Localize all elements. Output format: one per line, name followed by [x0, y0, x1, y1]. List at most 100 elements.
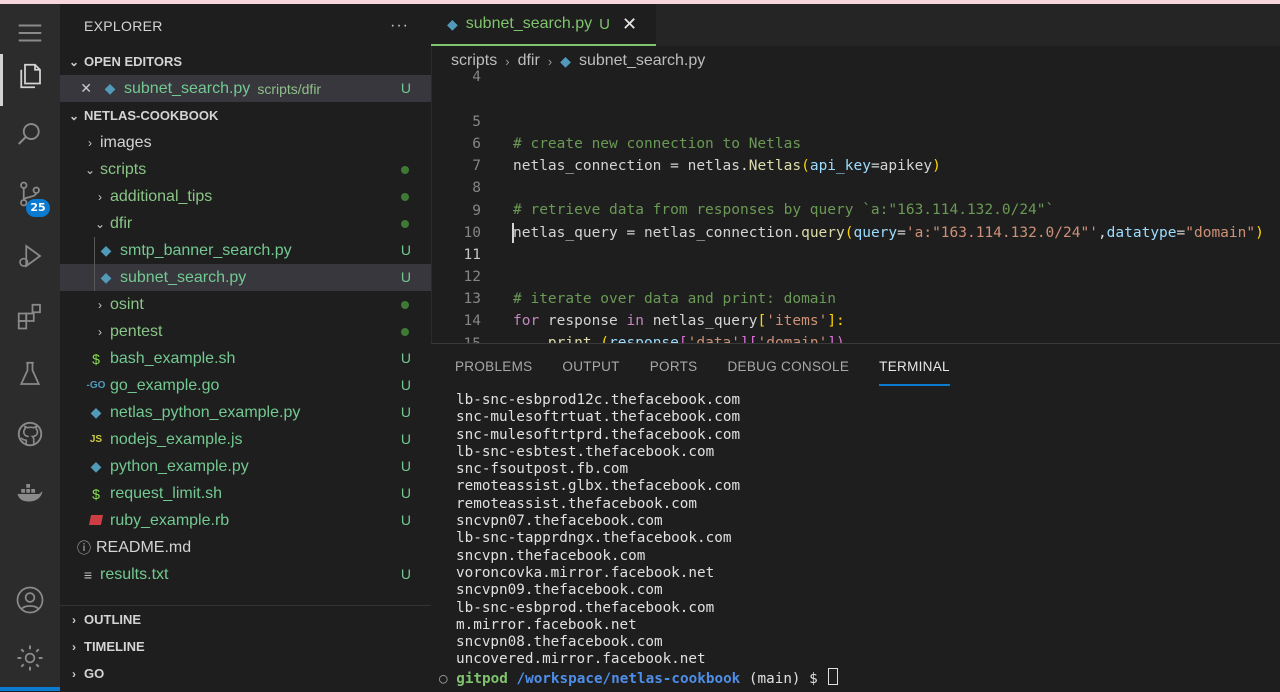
python-file-icon: ◆: [104, 80, 116, 96]
chevron-right-icon: ›: [72, 666, 76, 681]
tree-item-label: go_example.go: [110, 376, 220, 394]
python-file-icon: ◆: [100, 242, 112, 258]
explorer-files-icon[interactable]: [12, 58, 48, 94]
project-section[interactable]: ⌄ NETLAS-COOKBOOK: [60, 102, 431, 129]
tree-item-request-limit[interactable]: $ request_limit.sh U: [60, 480, 431, 507]
status-badge: U: [400, 566, 411, 582]
tree-item-python-example[interactable]: ◆ python_example.py U: [60, 453, 431, 480]
tree-item-readme[interactable]: ⓘ README.md: [60, 534, 431, 561]
terminal-line: sncvpn09.thefacebook.com: [456, 582, 663, 599]
tree-item-additional-tips[interactable]: › additional_tips: [60, 183, 431, 210]
explorer-header: EXPLORER ···: [60, 4, 431, 48]
tree-item-label: images: [100, 133, 152, 151]
search-icon[interactable]: [12, 116, 48, 152]
code-editor[interactable]: 4 5 # create new connection to Netlas 6 …: [431, 69, 1280, 374]
open-editor-item[interactable]: ✕ ◆ subnet_search.py scripts/dfir U: [60, 75, 431, 102]
open-editors-label: OPEN EDITORS: [84, 54, 183, 69]
python-file-icon: ◆: [90, 458, 102, 474]
tree-item-label: additional_tips: [110, 187, 213, 205]
timeline-section[interactable]: › TIMELINE: [60, 633, 431, 660]
source-control-badge: 25: [26, 199, 50, 217]
tab-output[interactable]: OUTPUT: [562, 356, 619, 384]
tree-item-nodejs-example[interactable]: JS nodejs_example.js U: [60, 426, 431, 453]
tab-ports[interactable]: PORTS: [650, 356, 698, 384]
modified-dot: [401, 166, 409, 174]
explorer-title: EXPLORER: [84, 18, 163, 34]
tree-item-dfir[interactable]: ⌄ dfir: [60, 210, 431, 237]
settings-gear-icon[interactable]: [12, 640, 48, 676]
close-tab-icon[interactable]: ✕: [622, 14, 637, 35]
tab-subnet-search[interactable]: ◆ subnet_search.py U ✕: [431, 4, 656, 46]
indent-guide: [94, 264, 95, 291]
outline-section[interactable]: › OUTLINE: [60, 606, 431, 633]
tree-item-subnet-search[interactable]: ◆ subnet_search.py U: [60, 264, 431, 291]
tree-item-label: subnet_search.py: [120, 268, 247, 286]
project-label: NETLAS-COOKBOOK: [84, 108, 219, 123]
terminal-line: snc-fsoutpost.fb.com: [456, 461, 629, 478]
tree-item-label: python_example.py: [110, 457, 249, 475]
prompt-path: /workspace/netlas-cookbook: [516, 671, 741, 687]
terminal-prompt[interactable]: ○ gitpod /workspace/netlas-cookbook (mai…: [439, 668, 839, 687]
menu-icon[interactable]: [12, 15, 48, 51]
tree-item-label: nodejs_example.js: [110, 430, 243, 448]
close-icon[interactable]: ✕: [60, 80, 92, 97]
terminal-line: sncvpn.thefacebook.com: [456, 547, 646, 564]
tree-item-label: netlas_python_example.py: [110, 403, 301, 421]
tree-item-netlas-python-example[interactable]: ◆ netlas_python_example.py U: [60, 399, 431, 426]
tree-item-bash-example[interactable]: $ bash_example.sh U: [60, 345, 431, 372]
chevron-down-icon: ⌄: [68, 54, 80, 69]
terminal-output[interactable]: lb-snc-esbprod12c.thefacebook.com snc-mu…: [456, 392, 740, 669]
text-cursor: [512, 223, 514, 243]
explorer-sidebar: EXPLORER ··· ⌄ OPEN EDITORS ✕ ◆ subnet_s…: [60, 4, 432, 691]
tab-label: subnet_search.py: [465, 15, 593, 32]
chevron-down-icon: ⌄: [84, 162, 96, 177]
tree-item-label: pentest: [110, 322, 163, 340]
tree-item-label: results.txt: [100, 565, 169, 583]
js-file-icon: JS: [89, 434, 103, 445]
open-editor-name: subnet_search.py: [124, 79, 251, 97]
tree-item-osint[interactable]: › osint: [60, 291, 431, 318]
accounts-icon[interactable]: [12, 582, 48, 618]
collapsed-sections: › OUTLINE › TIMELINE › GO: [60, 605, 431, 687]
open-editors-section[interactable]: ⌄ OPEN EDITORS: [60, 48, 431, 75]
modified-dot: [401, 193, 409, 201]
more-actions-icon[interactable]: ···: [390, 17, 409, 35]
status-badge: U: [400, 431, 411, 447]
go-section[interactable]: › GO: [60, 660, 431, 687]
timeline-label: TIMELINE: [84, 639, 145, 654]
go-label: GO: [84, 666, 105, 681]
terminal-line: remoteassist.thefacebook.com: [456, 495, 698, 512]
tree-item-go-example[interactable]: -GO go_example.go U: [60, 372, 431, 399]
terminal-line: snc-mulesoftrtprd.thefacebook.com: [456, 426, 741, 443]
status-badge: U: [400, 242, 411, 258]
github-icon[interactable]: [12, 416, 48, 452]
terminal-line: lb-snc-tapprdngx.thefacebook.com: [456, 530, 732, 547]
tab-terminal[interactable]: TERMINAL: [879, 356, 950, 386]
shell-file-icon: $: [92, 485, 100, 502]
bottom-panel: PROBLEMS OUTPUT PORTS DEBUG CONSOLE TERM…: [431, 343, 1280, 692]
tree-item-smtp-banner-search[interactable]: ◆ smtp_banner_search.py U: [60, 237, 431, 264]
tree-item-pentest[interactable]: › pentest: [60, 318, 431, 345]
terminal-line: uncovered.mirror.facebook.net: [456, 651, 706, 668]
status-badge: U: [400, 377, 411, 393]
tree-item-scripts[interactable]: ⌄ scripts: [60, 156, 431, 183]
terminal-line: m.mirror.facebook.net: [456, 616, 637, 633]
chevron-right-icon: ›: [98, 297, 102, 312]
tree-item-label: bash_example.sh: [110, 349, 236, 367]
docker-icon[interactable]: [12, 476, 48, 512]
testing-flask-icon[interactable]: [12, 356, 48, 392]
tree-item-images[interactable]: › images: [60, 129, 431, 156]
terminal-line: voroncovka.mirror.facebook.net: [456, 564, 715, 581]
go-file-icon: -GO: [86, 380, 106, 391]
extensions-icon[interactable]: [12, 298, 48, 334]
tree-item-ruby-example[interactable]: ruby_example.rb U: [60, 507, 431, 534]
tree-item-results[interactable]: ≡ results.txt U: [60, 561, 431, 588]
python-file-icon: ◆: [447, 15, 458, 32]
status-badge: U: [400, 80, 411, 96]
modified-dot: [401, 220, 409, 228]
terminal-line: snc-mulesoftrtuat.thefacebook.com: [456, 409, 741, 426]
text-file-icon: ≡: [83, 566, 93, 583]
tab-problems[interactable]: PROBLEMS: [455, 356, 532, 384]
run-debug-icon[interactable]: [12, 238, 48, 274]
tab-debug-console[interactable]: DEBUG CONSOLE: [727, 356, 849, 384]
